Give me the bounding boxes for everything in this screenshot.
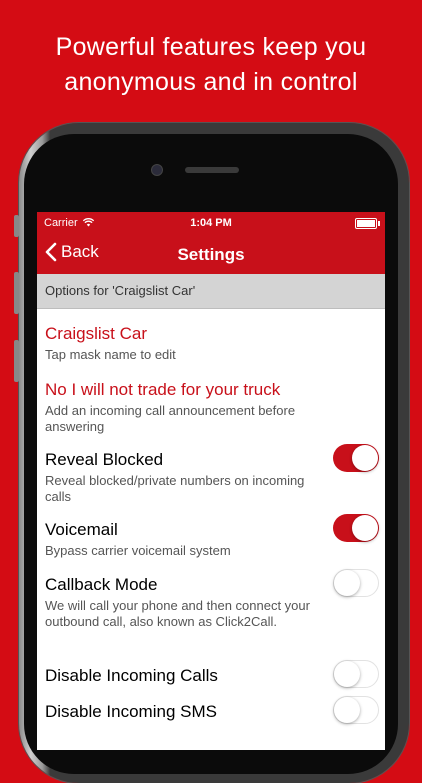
setting-row-reveal-blocked: Reveal Blocked Reveal blocked/private nu… [45,450,315,505]
toggle-knob [334,570,360,596]
phone-screen: Carrier 1:04 PM Back Settings Options fo… [37,212,385,750]
headline-line-1: Powerful features keep you [55,33,367,61]
phone-side-button [14,215,19,237]
setting-description: Bypass carrier voicemail system [45,543,231,558]
voicemail-toggle[interactable] [333,514,379,542]
promo-headline: Powerful features keep you anonymous and… [0,30,422,100]
callback-mode-toggle[interactable] [333,569,379,597]
earpiece-speaker [185,167,239,173]
setting-row-callback-mode: Callback Mode We will call your phone an… [45,575,315,630]
mask-name-hint: Tap mask name to edit [45,347,176,362]
toggle-knob [334,661,360,687]
setting-label: Callback Mode [45,575,158,594]
announcement-description: Add an incoming call announcement before… [45,403,296,434]
section-header: Options for 'Craigslist Car' [37,274,385,309]
setting-label: Voicemail [45,520,118,539]
announcement-row[interactable]: No I will not trade for your truck Add a… [45,380,345,435]
battery-icon [355,218,380,229]
setting-label: Reveal Blocked [45,450,164,469]
page-title: Settings [177,245,245,264]
toggle-knob [352,445,378,471]
mask-name-row[interactable]: Craigslist Car Tap mask name to edit [45,324,377,363]
headline-line-2: anonymous and in control [64,68,358,96]
setting-row-voicemail: Voicemail Bypass carrier voicemail syste… [45,520,315,559]
setting-label: Disable Incoming Calls [45,666,218,685]
phone-volume-down-button [14,340,19,382]
setting-description: Reveal blocked/private numbers on incomi… [45,473,305,504]
disable-incoming-calls-toggle[interactable] [333,660,379,688]
status-time: 1:04 PM [190,217,232,229]
phone-volume-up-button [14,272,19,314]
toggle-knob [352,515,378,541]
announcement-title[interactable]: No I will not trade for your truck [45,380,345,400]
status-bar: Carrier 1:04 PM [37,212,385,234]
setting-row-disable-incoming-sms: Disable Incoming SMS [45,702,315,722]
toggle-knob [334,697,360,723]
front-camera [151,164,163,176]
setting-description: We will call your phone and then connect… [45,598,310,629]
reveal-blocked-toggle[interactable] [333,444,379,472]
disable-incoming-sms-toggle[interactable] [333,696,379,724]
navigation-bar: Back Settings [37,234,385,274]
setting-label: Disable Incoming SMS [45,702,217,721]
setting-row-disable-incoming-calls: Disable Incoming Calls [45,666,315,686]
mask-name[interactable]: Craigslist Car [45,324,377,344]
